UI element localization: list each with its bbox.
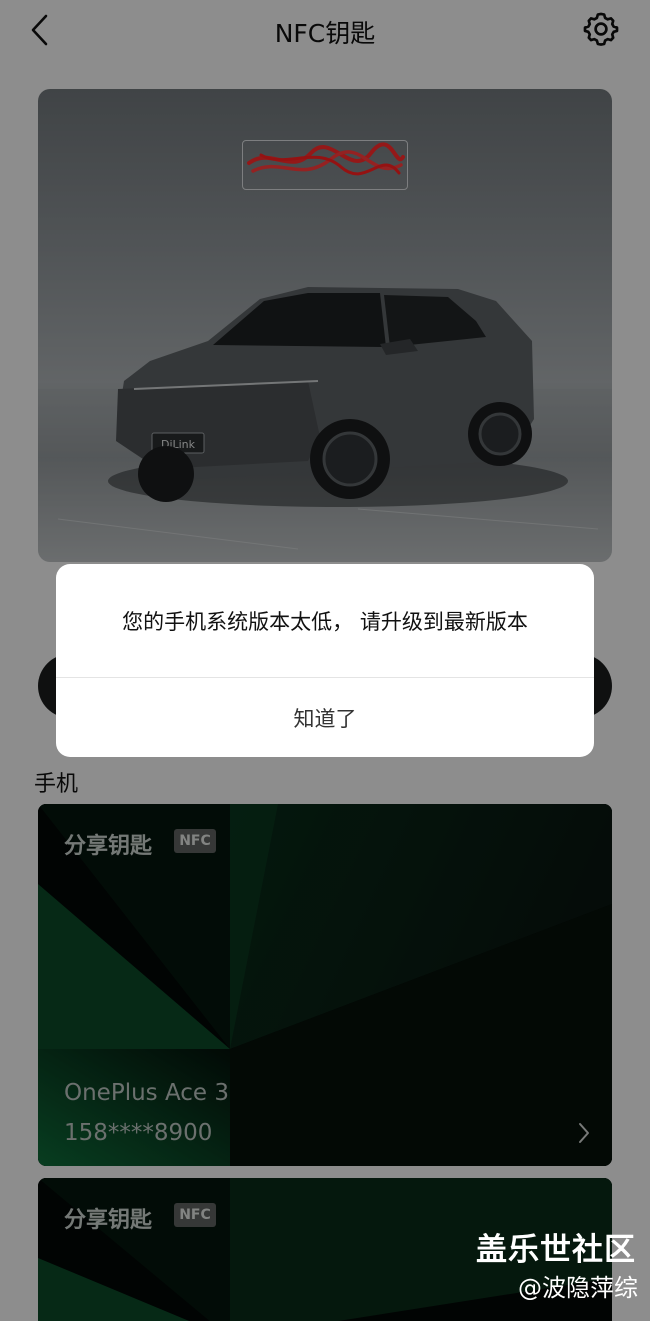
dialog-confirm-button[interactable]: 知道了 [56, 678, 594, 757]
watermark-site: 盖乐世社区 [476, 1232, 636, 1268]
dialog-message: 您的手机系统版本太低， 请升级到最新版本 [122, 610, 528, 634]
nfc-key-page: NFC钥匙 DiLink 手机 分享钥匙 NFC OnePlus Ace 3 1… [0, 0, 650, 1321]
version-alert-dialog: 您的手机系统版本太低， 请升级到最新版本 知道了 [56, 564, 594, 757]
watermark-user: @波隐萍综 [518, 1274, 638, 1302]
